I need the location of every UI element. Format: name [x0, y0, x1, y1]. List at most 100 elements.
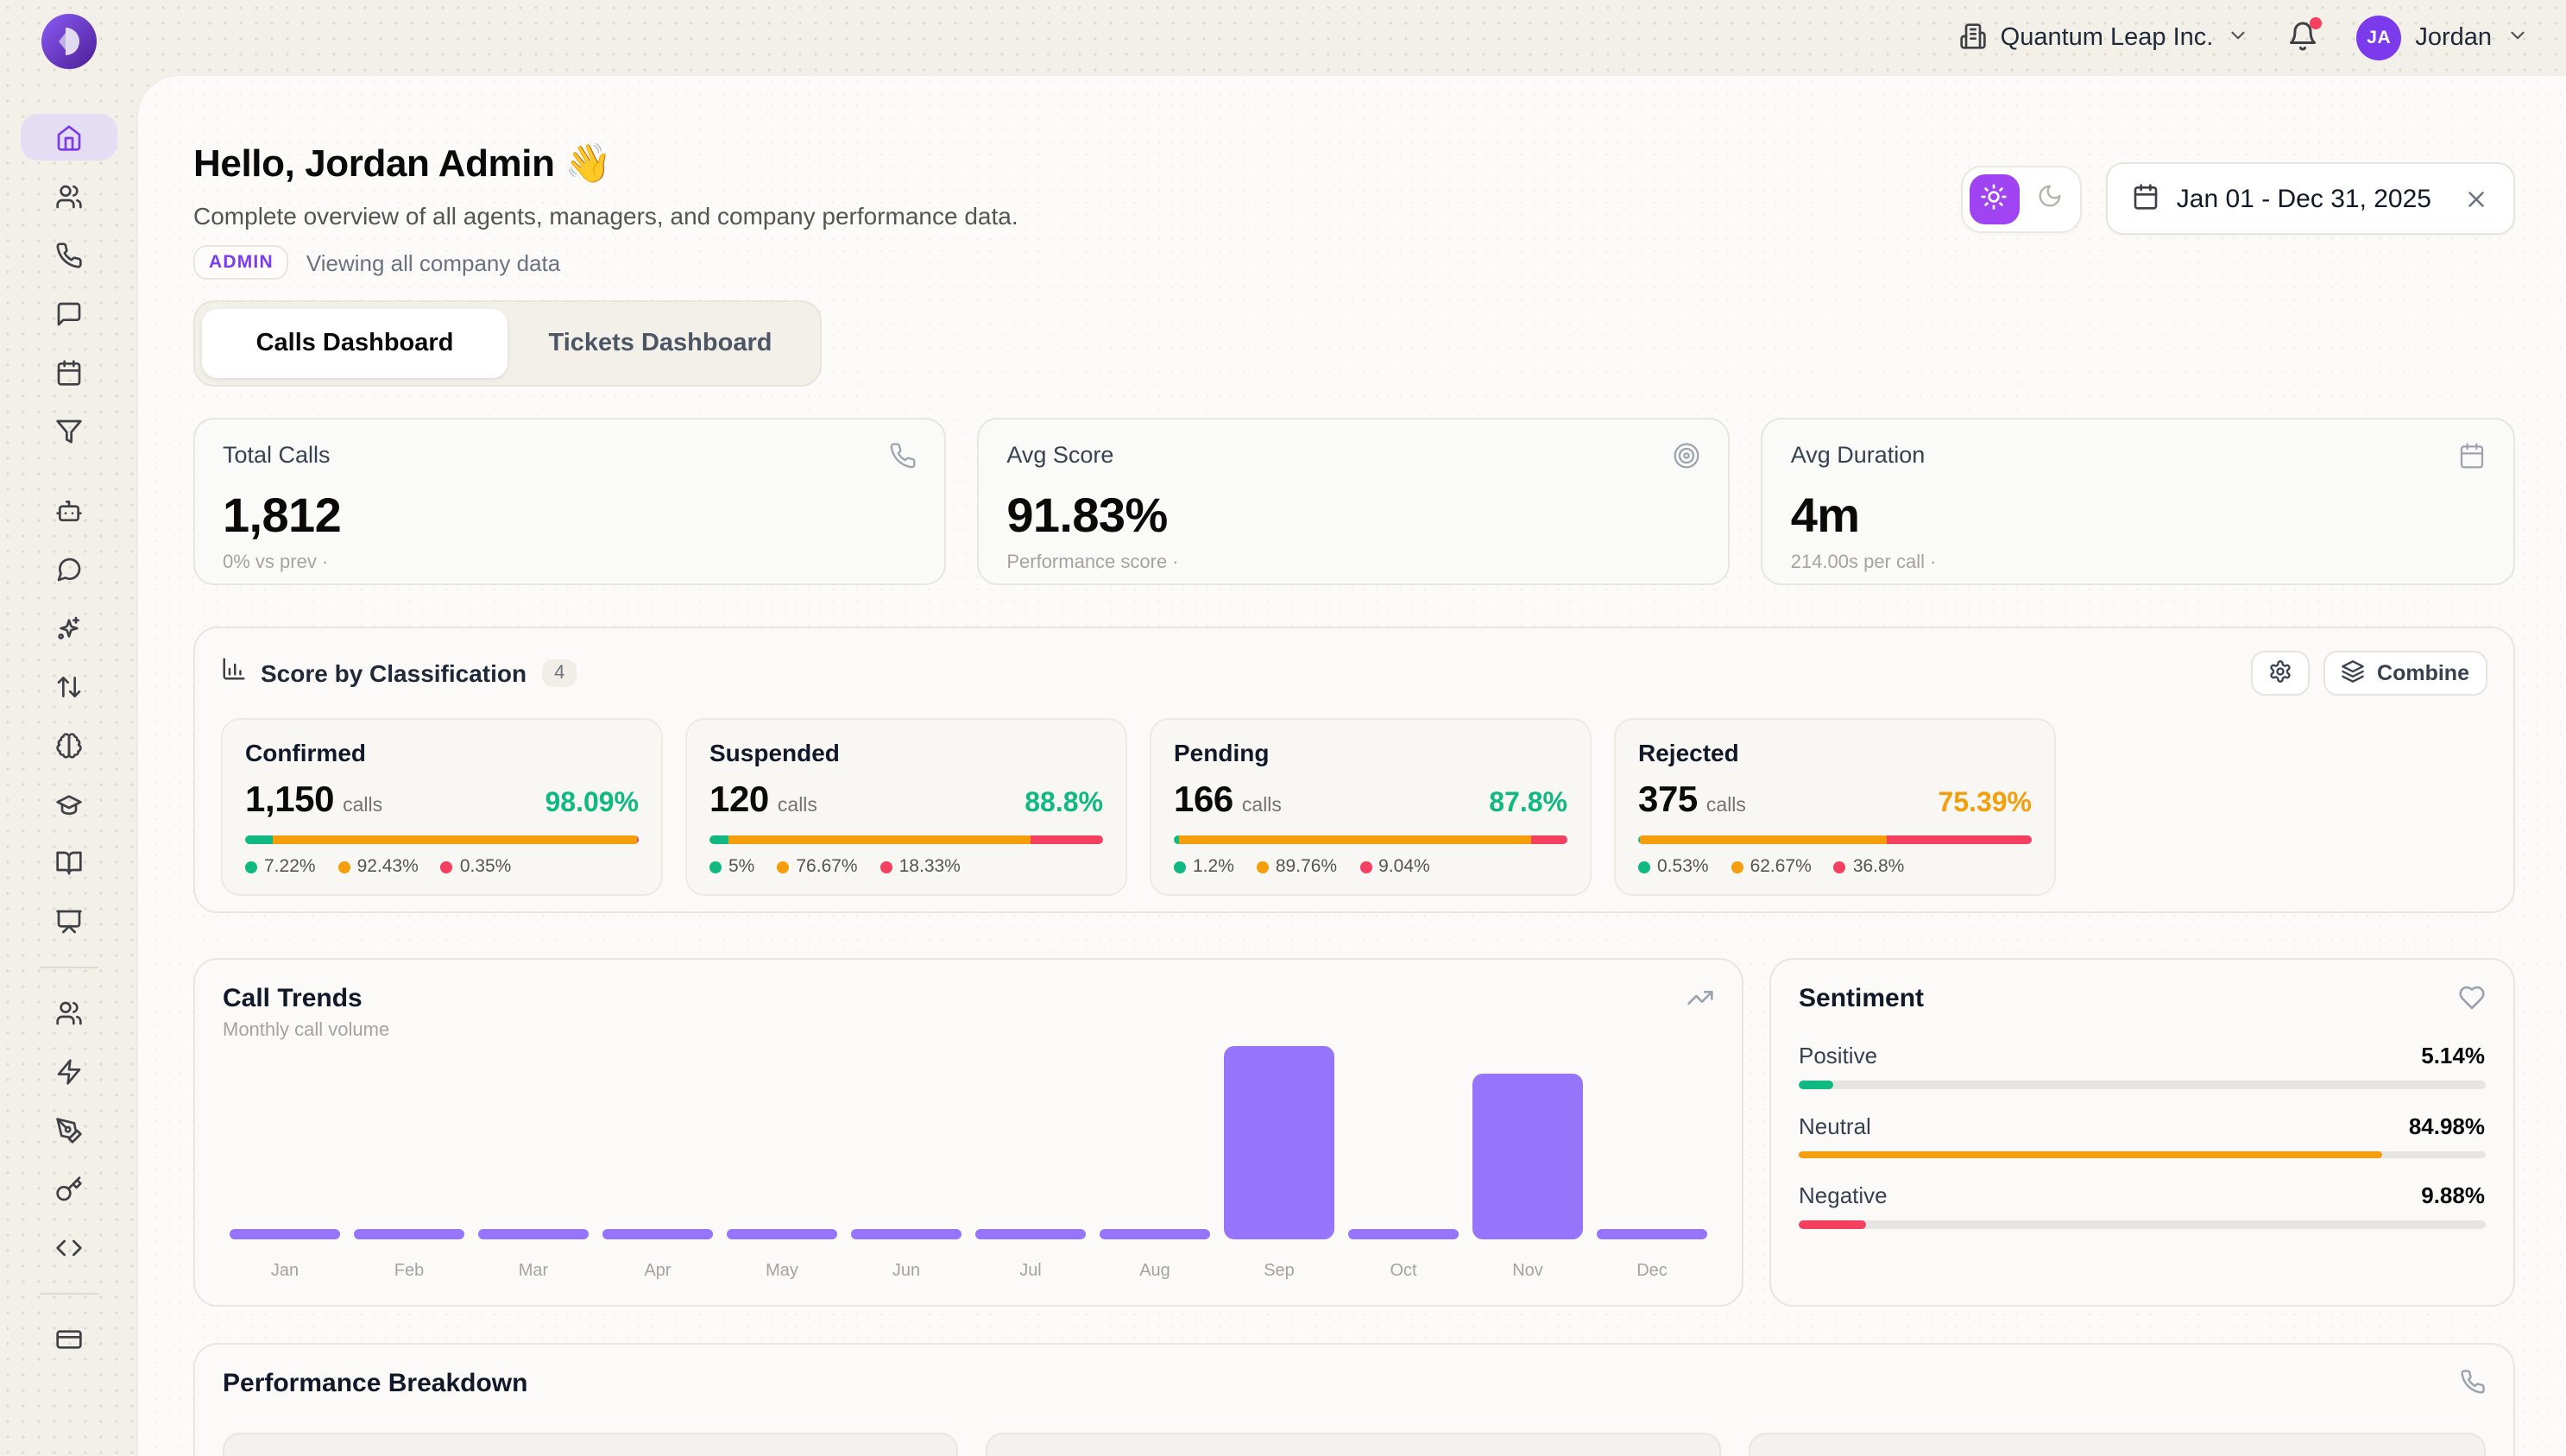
tab-calls-dashboard[interactable]: Calls Dashboard: [202, 309, 508, 378]
classification-count-badge: 4: [542, 659, 577, 687]
role-row: ADMIN Viewing all company data: [193, 245, 1018, 280]
sidebar-item-sparkles[interactable]: [21, 604, 117, 651]
sentiment-row-top: Negative9.88%: [1799, 1182, 2485, 1208]
zap-icon: [55, 1057, 83, 1085]
code-icon: [55, 1233, 83, 1261]
progress-segment: [245, 835, 274, 844]
stat-value: 4m: [1791, 488, 2485, 544]
calendar-icon: [55, 358, 83, 386]
notifications-button[interactable]: [2287, 20, 2318, 56]
charts-row: Call Trends Monthly call volume JanFebMa…: [193, 958, 2514, 1307]
sidebar-item-message-square[interactable]: [21, 290, 117, 337]
classification-progress-bar: [709, 835, 1103, 844]
avatar: JA: [2356, 16, 2401, 60]
sidebar-item-graduation-cap[interactable]: [21, 780, 117, 827]
trending-up-icon: [1686, 984, 1714, 1020]
gear-icon: [2268, 659, 2292, 688]
performance-section: Performance Breakdown Total CallsActive …: [193, 1343, 2514, 1456]
legend-dot: [245, 860, 257, 873]
notification-dot: [2310, 16, 2322, 28]
sidebar-item-code[interactable]: [21, 1224, 117, 1270]
heart-icon: [2457, 984, 2485, 1020]
x-tick-label: Sep: [1217, 1262, 1341, 1281]
legend-dot: [441, 860, 453, 873]
phone-icon: [2459, 1369, 2485, 1403]
legend-dot: [709, 860, 722, 873]
sidebar-item-presentation[interactable]: [21, 898, 117, 944]
combine-button[interactable]: Combine: [2323, 651, 2487, 696]
bar-slot-oct: [1341, 1046, 1466, 1239]
classification-calls-unit: calls: [343, 796, 382, 816]
settings-button[interactable]: [2251, 651, 2310, 696]
sidebar-item-book-open[interactable]: [21, 839, 117, 886]
sidebar-item-calendar[interactable]: [21, 349, 117, 395]
classification-title: Score by Classification: [261, 659, 526, 687]
legend-dot: [880, 860, 892, 873]
date-range-picker[interactable]: Jan 01 - Dec 31, 2025: [2106, 162, 2514, 235]
clear-date-button[interactable]: [2462, 186, 2488, 211]
org-switcher[interactable]: Quantum Leap Inc.: [1959, 22, 2250, 54]
stat-label: Total Calls: [223, 442, 331, 468]
light-mode-button[interactable]: [1970, 173, 2020, 224]
bar-slot-nov: [1466, 1046, 1590, 1239]
stat-value: 91.83%: [1006, 488, 1700, 544]
sidebar-item-users[interactable]: [21, 989, 117, 1036]
tab-tickets-dashboard[interactable]: Tickets Dashboard: [508, 309, 813, 378]
bot-icon: [55, 496, 83, 524]
sentiment-track: [1799, 1220, 2485, 1228]
chevron-down-icon: [2227, 24, 2249, 47]
legend-item: 92.43%: [338, 856, 419, 877]
x-tick-label: Aug: [1093, 1262, 1217, 1281]
sidebar-item-message-circle[interactable]: [21, 545, 117, 592]
sidebar-nav: [21, 114, 117, 1374]
sidebar-item-zap[interactable]: [21, 1048, 117, 1094]
page-title: Hello, Jordan Admin 👋: [193, 142, 1018, 186]
sidebar-item-brain[interactable]: [21, 722, 117, 768]
classification-card-suspended: Suspended120calls88.8%5%76.67%18.33%: [685, 718, 1127, 896]
bar-jan: [229, 1229, 341, 1239]
dark-mode-button[interactable]: [2028, 176, 2073, 221]
topbar: Quantum Leap Inc. JA Jordan: [1959, 0, 2528, 76]
classification-calls: 1,150: [245, 780, 334, 822]
sidebar-item-pen-tool[interactable]: [21, 1106, 117, 1153]
legend-item: 76.67%: [777, 856, 857, 877]
classification-stats: 120calls88.8%: [709, 780, 1103, 822]
classification-legend: 1.2%89.76%9.04%: [1174, 856, 1567, 877]
sidebar-item-key[interactable]: [21, 1165, 117, 1212]
sidebar-item-phone[interactable]: [21, 231, 117, 278]
sidebar-divider: [40, 1293, 98, 1295]
call-trends-titles: Call Trends Monthly call volume: [223, 984, 389, 1041]
bar-apr: [602, 1229, 714, 1239]
stat-label: Avg Score: [1006, 442, 1113, 468]
sidebar-item-users[interactable]: [21, 173, 117, 219]
call-trends-card: Call Trends Monthly call volume JanFebMa…: [193, 958, 1743, 1307]
sentiment-fill: [1799, 1220, 1867, 1228]
bar-sep: [1223, 1046, 1335, 1239]
sidebar-item-credit-card[interactable]: [21, 1315, 117, 1362]
arrow-up-down-icon: [55, 672, 83, 700]
bar-nov: [1472, 1074, 1584, 1240]
bar-slot-jan: [223, 1046, 347, 1239]
graduation-cap-icon: [55, 790, 83, 817]
sidebar-item-filter[interactable]: [21, 407, 117, 454]
user-menu[interactable]: JA Jordan: [2356, 16, 2528, 60]
calendar-icon: [2132, 182, 2159, 210]
key-icon: [55, 1175, 83, 1202]
sidebar-item-bot[interactable]: [21, 487, 117, 533]
stat-note: Performance score ·: [1006, 552, 1700, 573]
progress-segment: [709, 835, 729, 844]
main-header: Hello, Jordan Admin 👋 Complete overview …: [193, 142, 2514, 280]
legend-dot: [1174, 860, 1186, 873]
sidebar-item-arrow-up-down[interactable]: [21, 663, 117, 709]
org-name: Quantum Leap Inc.: [2001, 24, 2214, 52]
header-controls: Jan 01 - Dec 31, 2025: [1961, 162, 2514, 235]
bar-jul: [974, 1229, 1087, 1239]
bar-chart-icon: [221, 656, 247, 682]
moon-icon: [2038, 183, 2064, 214]
progress-segment: [1887, 835, 2032, 844]
sidebar-item-home[interactable]: [21, 114, 117, 161]
bar-slot-feb: [347, 1046, 471, 1239]
progress-segment: [1640, 835, 1887, 844]
target-icon: [1674, 442, 1701, 470]
combine-label: Combine: [2377, 661, 2469, 685]
